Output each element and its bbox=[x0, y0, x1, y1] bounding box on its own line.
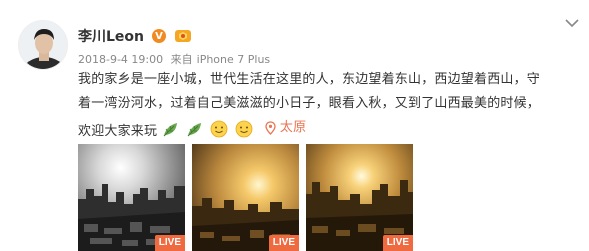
smile-face-icon bbox=[235, 120, 252, 138]
live-badge: LIVE bbox=[154, 235, 185, 251]
smile-face-icon bbox=[210, 120, 228, 138]
photo-thumbnail[interactable]: LIVE bbox=[306, 144, 413, 251]
post-text: 我的家乡是一座小城，世代生活在这里的人，东边望着东山，西边望着西山，守 着一湾汾… bbox=[78, 68, 578, 144]
live-badge: LIVE bbox=[382, 235, 413, 251]
leaf-icon bbox=[187, 123, 201, 137]
leaf-icon bbox=[163, 123, 177, 137]
location-pin-icon bbox=[265, 121, 276, 135]
post-text-tail: 欢迎大家来玩 bbox=[78, 124, 158, 139]
avatar[interactable] bbox=[18, 20, 68, 70]
live-badge: LIVE bbox=[268, 235, 299, 251]
location-link[interactable]: 太原 bbox=[265, 116, 306, 140]
post-text-line: 我的家乡是一座小城，世代生活在这里的人，东边望着东山，西边望着西山，守 bbox=[78, 72, 541, 87]
post-source: iPhone 7 Plus bbox=[196, 53, 271, 66]
post-text-line: 着一湾汾河水，过着自己美滋滋的小日子，眼看入秋，又到了山西最美的时候， bbox=[78, 96, 541, 111]
verified-badge-icon[interactable]: V bbox=[152, 29, 167, 43]
post-date[interactable]: 2018-9-4 19:00 bbox=[78, 53, 163, 66]
chevron-down-icon[interactable] bbox=[565, 18, 579, 28]
location-label: 太原 bbox=[279, 120, 307, 135]
author-row: 李川Leon V bbox=[78, 26, 192, 46]
post-text-line-last: 欢迎大家来玩 太原 bbox=[78, 116, 578, 144]
photo-thumbnail[interactable]: LIVE bbox=[78, 144, 185, 251]
author-name[interactable]: 李川Leon bbox=[78, 26, 144, 46]
member-level-icon[interactable] bbox=[174, 28, 192, 44]
avatar-photo bbox=[19, 21, 67, 69]
photo-thumbnail[interactable]: LIVE bbox=[192, 144, 299, 251]
post-meta: 2018-9-4 19:00 来自 iPhone 7 Plus bbox=[78, 51, 274, 67]
source-prefix: 来自 bbox=[170, 53, 193, 66]
